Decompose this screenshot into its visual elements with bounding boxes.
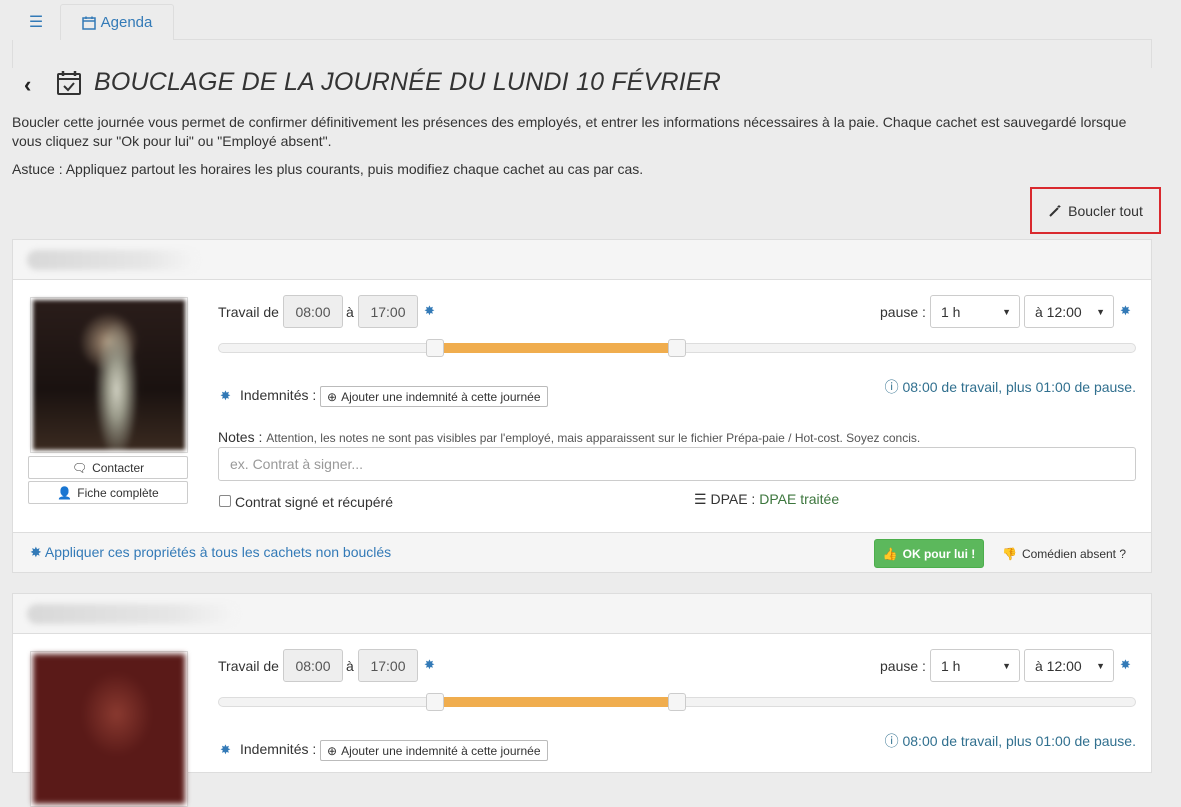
end-time-field[interactable]: 17:00: [358, 649, 418, 682]
slider-start-handle[interactable]: [426, 693, 445, 711]
chevron-down-icon: ▼: [1096, 307, 1105, 317]
start-time-field[interactable]: 08:00: [283, 295, 343, 328]
work-label: Travail de: [218, 304, 279, 320]
user-icon: 👤: [57, 485, 73, 500]
full-profile-button[interactable]: 👤 Fiche complète: [28, 481, 188, 504]
calendar-check-icon: [57, 71, 81, 95]
employee-name-blurred: [27, 604, 237, 624]
pause-duration-value: 1 h: [941, 657, 961, 674]
boucler-tout-label: Boucler tout: [1068, 202, 1143, 219]
tab-agenda-label: Agenda: [100, 14, 153, 31]
add-indemnite-label: Ajouter une indemnité à cette journée: [341, 389, 541, 404]
add-indemnite-button[interactable]: ⊕ Ajouter une indemnité à cette journée: [320, 386, 548, 407]
notes-input[interactable]: ex. Contrat à signer...: [218, 447, 1136, 481]
chevron-down-icon: ▼: [1096, 661, 1105, 671]
work-label: Travail de: [218, 658, 279, 674]
slider-fill: [435, 697, 677, 707]
to-label: à: [346, 304, 354, 320]
work-summary: ⓘ 08:00 de travail, plus 01:00 de pause.: [885, 731, 1136, 751]
thumbs-down-icon: 👎: [1001, 546, 1017, 561]
magic-wand-icon[interactable]: ✸: [220, 388, 231, 404]
notes-help: Attention, les notes ne sont pas visible…: [266, 431, 921, 445]
chevron-down-icon: ▼: [1002, 661, 1011, 671]
magic-wand-icon[interactable]: ✸: [424, 657, 435, 673]
slider-start-handle[interactable]: [426, 339, 445, 357]
thumbs-up-icon: 👍: [882, 546, 898, 561]
to-label: à: [346, 658, 354, 674]
employee-card: Travail de 08:00 à 17:00 ✸ pause : 1 h ▼ …: [12, 593, 1152, 807]
pause-duration-select[interactable]: 1 h ▼: [930, 649, 1020, 682]
card-header: [13, 240, 1151, 280]
start-time-field[interactable]: 08:00: [283, 649, 343, 682]
tab-panel-border: [12, 39, 1152, 68]
contact-label: Contacter: [92, 460, 145, 475]
tab-bar: ☰ Agenda: [12, 0, 1152, 68]
tab-underline: [174, 39, 1152, 40]
notes-label: Notes :: [218, 429, 263, 445]
ok-label: OK pour lui !: [902, 546, 976, 561]
magic-wand-icon[interactable]: ✸: [220, 742, 231, 758]
pause-start-value: à 12:00: [1035, 303, 1082, 320]
magic-wand-icon[interactable]: ✸: [424, 303, 435, 319]
menu-icon: ☰: [28, 14, 44, 31]
apply-all-label: Appliquer ces propriétés à tous les cach…: [44, 544, 392, 560]
contract-label: Contrat signé et récupéré: [235, 494, 393, 510]
tab-menu[interactable]: ☰: [12, 4, 60, 40]
chat-icon: 🗨: [71, 460, 88, 475]
apply-all-link[interactable]: ✸ Appliquer ces propriétés à tous les ca…: [30, 544, 391, 561]
contact-button[interactable]: 🗨 Contacter: [28, 456, 188, 479]
pause-start-select[interactable]: à 12:00 ▼: [1024, 295, 1114, 328]
pause-duration-select[interactable]: 1 h ▼: [930, 295, 1020, 328]
pause-label: pause :: [880, 658, 926, 674]
absent-button[interactable]: 👎 Comédien absent ?: [996, 539, 1132, 568]
employee-photo: [30, 297, 188, 453]
ok-button[interactable]: 👍 OK pour lui !: [874, 539, 984, 568]
slider-end-handle[interactable]: [668, 693, 686, 711]
employee-name-blurred: [27, 250, 197, 270]
notes-label-row: Notes : Attention, les notes ne sont pas…: [218, 429, 920, 445]
card-header: [13, 594, 1151, 634]
pause-start-select[interactable]: à 12:00 ▼: [1024, 649, 1114, 682]
employee-card: 🗨 Contacter 👤 Fiche complète Travail de …: [12, 239, 1152, 573]
dpae-status: DPAE traitée: [759, 491, 840, 507]
pause-label: pause :: [880, 304, 926, 320]
card-footer: ✸ Appliquer ces propriétés à tous les ca…: [13, 532, 1151, 572]
page-title: BOUCLAGE DE LA JOURNÉE DU LUNDI 10 FÉVRI…: [94, 68, 722, 96]
indemnites-label: Indemnités :: [240, 741, 317, 757]
pause-start-value: à 12:00: [1035, 657, 1082, 674]
time-slider[interactable]: [218, 693, 1136, 711]
end-time-field[interactable]: 17:00: [358, 295, 418, 328]
magic-wand-icon: ✸: [30, 544, 42, 560]
plus-circle-icon: ⊕: [327, 389, 338, 404]
calendar-icon: [81, 16, 96, 30]
info-icon: ⓘ: [884, 379, 899, 395]
magic-wand-icon[interactable]: ✸: [1120, 657, 1131, 673]
list-icon: ☰: [694, 491, 707, 507]
info-icon: ⓘ: [884, 733, 899, 749]
work-summary-text: 08:00 de travail, plus 01:00 de pause.: [902, 379, 1136, 395]
contract-checkbox[interactable]: [219, 495, 231, 507]
work-summary: ⓘ 08:00 de travail, plus 01:00 de pause.: [885, 377, 1136, 397]
indemnites-label: Indemnités :: [240, 387, 317, 403]
back-arrow-icon[interactable]: ‹: [24, 72, 31, 98]
tab-agenda[interactable]: Agenda: [60, 4, 174, 40]
full-profile-label: Fiche complète: [77, 485, 159, 500]
pause-duration-value: 1 h: [941, 303, 961, 320]
magic-wand-icon: [1049, 204, 1061, 217]
time-slider[interactable]: [218, 339, 1136, 357]
chevron-down-icon: ▼: [1002, 307, 1011, 317]
slider-fill: [435, 343, 677, 353]
dpae-row: ☰ DPAE : DPAE traitée: [694, 491, 839, 508]
dpae-label: DPAE :: [710, 491, 756, 507]
absent-label: Comédien absent ?: [1021, 546, 1127, 561]
tip-text: Astuce : Appliquez partout les horaires …: [12, 161, 644, 177]
magic-wand-icon[interactable]: ✸: [1120, 303, 1131, 319]
employee-photo: [30, 651, 188, 807]
intro-description: Boucler cette journée vous permet de con…: [12, 114, 1127, 149]
slider-end-handle[interactable]: [668, 339, 686, 357]
boucler-tout-button[interactable]: Boucler tout: [1030, 187, 1161, 234]
work-summary-text: 08:00 de travail, plus 01:00 de pause.: [902, 733, 1136, 749]
